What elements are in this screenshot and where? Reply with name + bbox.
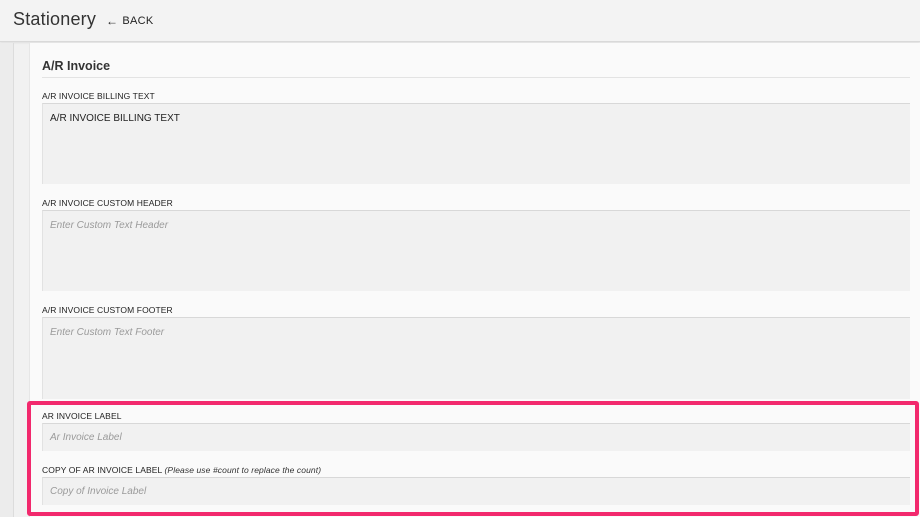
custom-footer-placeholder: Enter Custom Text Footer xyxy=(50,327,165,338)
billing-text-label: A/R INVOICE BILLING TEXT xyxy=(42,91,155,101)
section-title: A/R Invoice xyxy=(42,59,111,73)
back-label: BACK xyxy=(122,15,154,27)
custom-header-label: A/R INVOICE CUSTOM HEADER xyxy=(42,198,173,208)
copy-label-text: COPY OF AR INVOICE LABEL xyxy=(42,465,163,475)
copy-label-label: COPY OF AR INVOICE LABEL (Please use #co… xyxy=(42,465,321,475)
custom-header-textarea[interactable]: Enter Custom Text Header xyxy=(42,210,910,291)
ar-invoice-label-label: AR INVOICE LABEL xyxy=(42,411,122,421)
back-button[interactable]: ← BACK xyxy=(106,15,153,27)
top-header: Stationery ← BACK xyxy=(0,0,920,42)
custom-header-placeholder: Enter Custom Text Header xyxy=(50,220,169,231)
left-gutter xyxy=(0,43,13,517)
copy-label-placeholder: Copy of Invoice Label xyxy=(50,486,147,497)
page-title: Stationery xyxy=(13,9,97,29)
custom-footer-label: A/R INVOICE CUSTOM FOOTER xyxy=(42,305,173,315)
copy-label-hint: (Please use #count to replace the count) xyxy=(164,465,322,475)
gutter-divider xyxy=(13,43,14,517)
custom-footer-textarea[interactable]: Enter Custom Text Footer xyxy=(42,317,910,399)
arrow-left-icon: ← xyxy=(106,14,119,28)
ar-invoice-label-input[interactable]: Ar Invoice Label xyxy=(42,423,910,451)
ar-invoice-label-placeholder: Ar Invoice Label xyxy=(50,432,122,443)
copy-label-input[interactable]: Copy of Invoice Label xyxy=(42,477,910,505)
section-divider xyxy=(42,77,910,78)
billing-text-textarea[interactable]: A/R INVOICE BILLING TEXT xyxy=(42,103,910,184)
billing-text-value: A/R INVOICE BILLING TEXT xyxy=(50,113,180,124)
